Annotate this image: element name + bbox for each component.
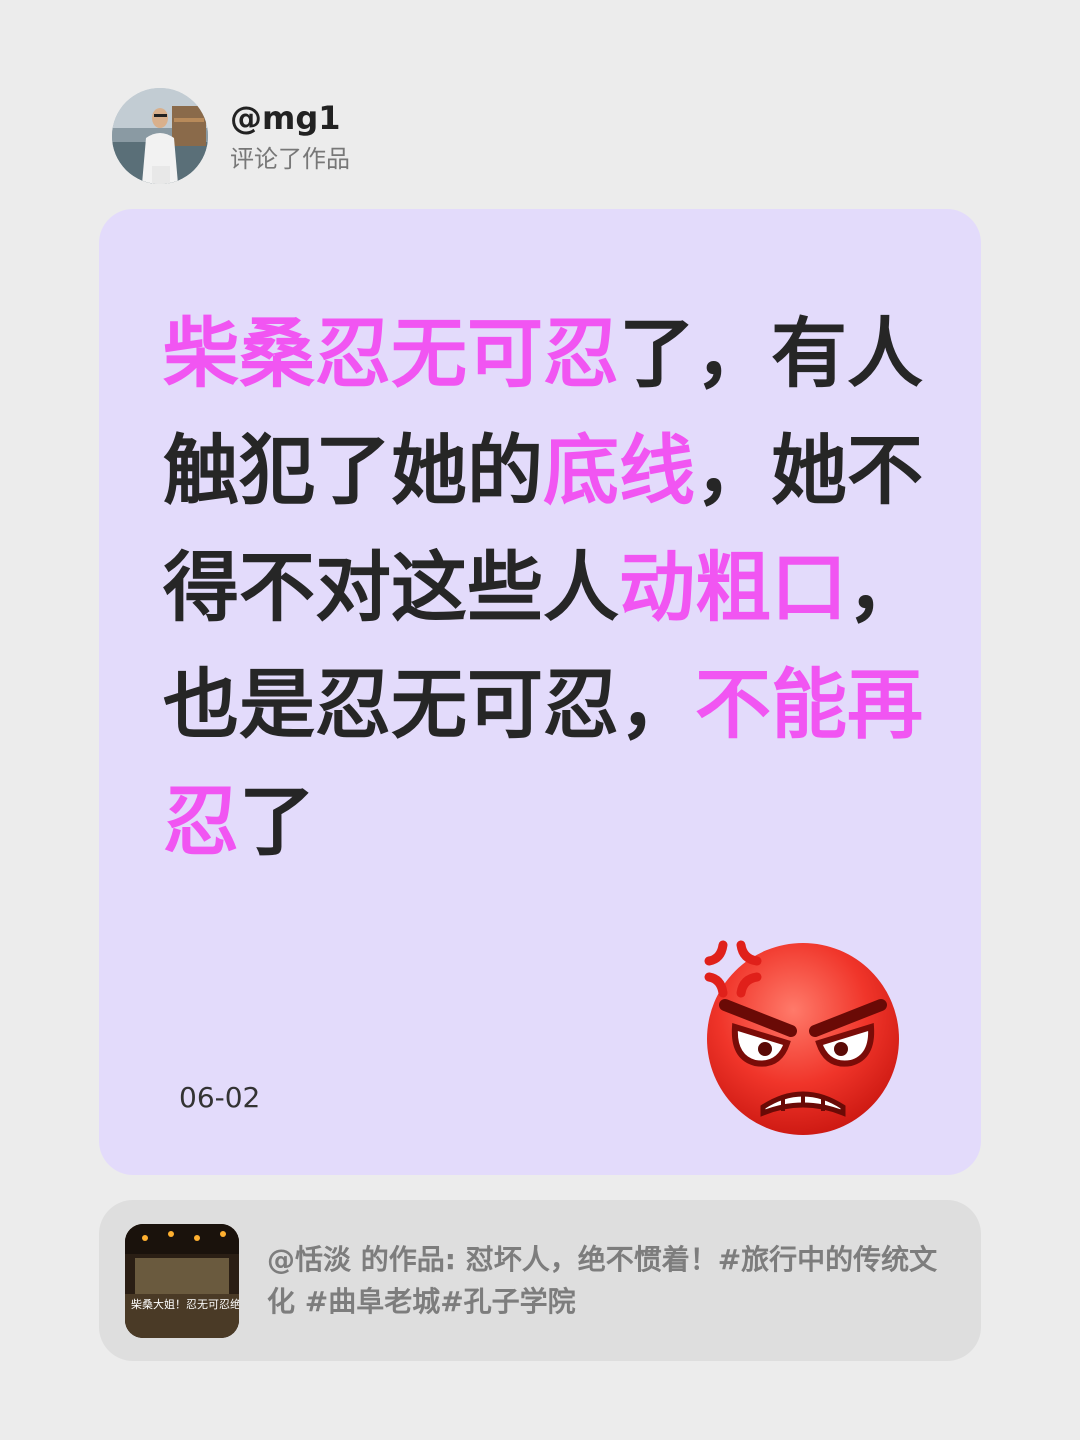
comment-segment: 了 [239,777,315,866]
angry-face-icon [704,940,899,1135]
comment-card: 柴桑忍无可忍了，有人触犯了她的底线，她不得不对这些人动粗口，也是忍无可忍，不能再… [99,209,981,1175]
comment-date: 06-02 [179,1081,261,1114]
thumbnail-image: 柴桑大姐！忍无可忍绝不再忍。 [125,1223,239,1338]
username[interactable]: @mg1 [230,98,350,138]
thumbnail-caption: 柴桑大姐！忍无可忍绝不再忍。 [131,1297,239,1311]
source-work-card[interactable]: 柴桑大姐！忍无可忍绝不再忍。 @恬淡 的作品: 怼坏人，绝不惯着！#旅行中的传统… [99,1200,981,1361]
source-thumbnail[interactable]: 柴桑大姐！忍无可忍绝不再忍。 [125,1223,239,1338]
comment-highlight: 底线 [543,426,695,515]
action-text: 评论了作品 [230,145,350,173]
comment-highlight: 柴桑忍无可忍 [163,309,619,398]
comment-text: 柴桑忍无可忍了，有人触犯了她的底线，她不得不对这些人动粗口，也是忍无可忍，不能再… [163,295,933,880]
comment-header: @mg1 评论了作品 [112,88,350,184]
source-description[interactable]: @恬淡 的作品: 怼坏人，绝不惯着！#旅行中的传统文化 #曲阜老城#孔子学院 [267,1239,947,1323]
comment-highlight: 动粗口 [619,543,847,632]
avatar-photo [112,88,208,184]
avatar[interactable] [112,88,208,184]
